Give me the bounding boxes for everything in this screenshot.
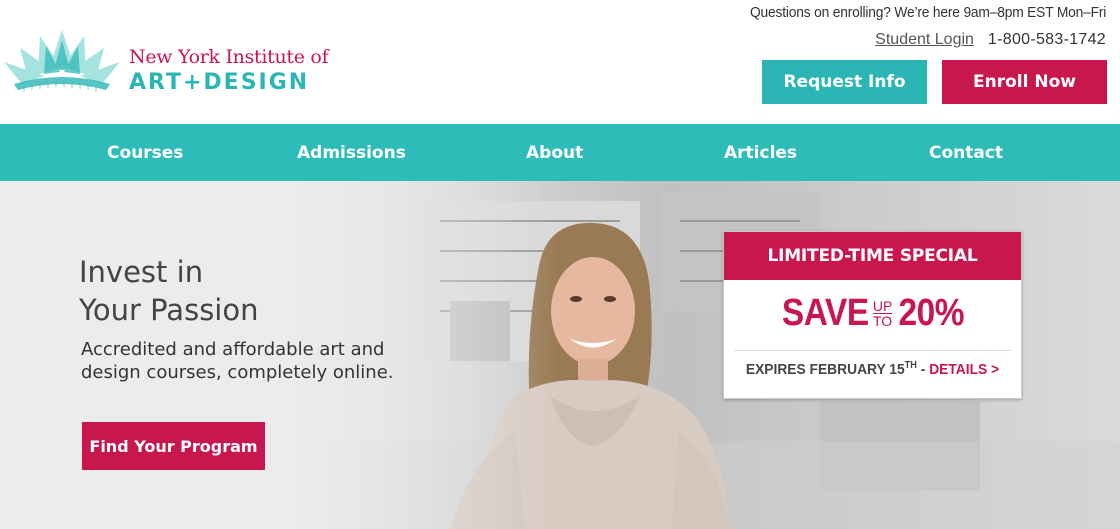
student-login-link[interactable]: Student Login (875, 31, 974, 49)
promo-to: TO (872, 312, 893, 329)
logo-text-bottom: ART+DESIGN (129, 70, 310, 95)
header-links: Student Login 1-800-583-1742 (875, 31, 1106, 49)
promo-percent: 20% (898, 292, 965, 334)
hero-subheadline-line1: Accredited and affordable art and (81, 339, 385, 360)
request-info-button[interactable]: Request Info (762, 60, 927, 104)
lotus-logo-icon (4, 30, 120, 92)
nav-item-courses[interactable]: Courses (107, 124, 183, 181)
main-nav: Courses Admissions About Articles Contac… (0, 124, 1120, 181)
promo-up: UP (872, 297, 893, 314)
phone-number[interactable]: 1-800-583-1742 (988, 31, 1106, 49)
site-header: New York Institute of ART+DESIGN Questio… (0, 0, 1120, 124)
hero-banner: Invest in Your Passion Accredited and af… (0, 181, 1120, 529)
promo-separator: - (916, 361, 930, 378)
promo-up-to: UP TO (872, 297, 893, 329)
nav-item-admissions[interactable]: Admissions (297, 124, 406, 181)
logo-text-top: New York Institute of (129, 46, 329, 68)
enroll-now-button[interactable]: Enroll Now (942, 60, 1107, 104)
hero-headline: Invest in Your Passion (79, 253, 379, 329)
limited-time-promo[interactable]: LIMITED-TIME SPECIAL SAVE UP TO 20% EXPI… (723, 231, 1022, 399)
promo-expires-suffix: TH (904, 360, 917, 371)
promo-details-link[interactable]: DETAILS > (929, 361, 999, 378)
nav-item-articles[interactable]: Articles (724, 124, 797, 181)
find-your-program-button[interactable]: Find Your Program (82, 422, 265, 470)
nav-item-contact[interactable]: Contact (929, 124, 1003, 181)
hero-headline-line1: Invest in (79, 255, 204, 289)
site-logo[interactable]: New York Institute of ART+DESIGN (0, 26, 360, 104)
hero-headline-line2: Your Passion (79, 293, 259, 327)
promo-heading: LIMITED-TIME SPECIAL (724, 232, 1021, 280)
promo-savings: SAVE UP TO 20% (724, 292, 1021, 335)
hero-subheadline: Accredited and affordable art and design… (81, 338, 441, 384)
promo-expiration: EXPIRES FEBRUARY 15TH - DETAILS > (736, 360, 1009, 378)
hero-subheadline-line2: design courses, completely online. (81, 362, 394, 383)
promo-divider (734, 350, 1011, 351)
promo-expires-text: EXPIRES FEBRUARY 15 (745, 361, 905, 378)
promo-save-word: SAVE (782, 292, 869, 334)
enrollment-hours-notice: Questions on enrolling? We’re here 9am–8… (749, 4, 1106, 21)
nav-item-about[interactable]: About (526, 124, 583, 181)
